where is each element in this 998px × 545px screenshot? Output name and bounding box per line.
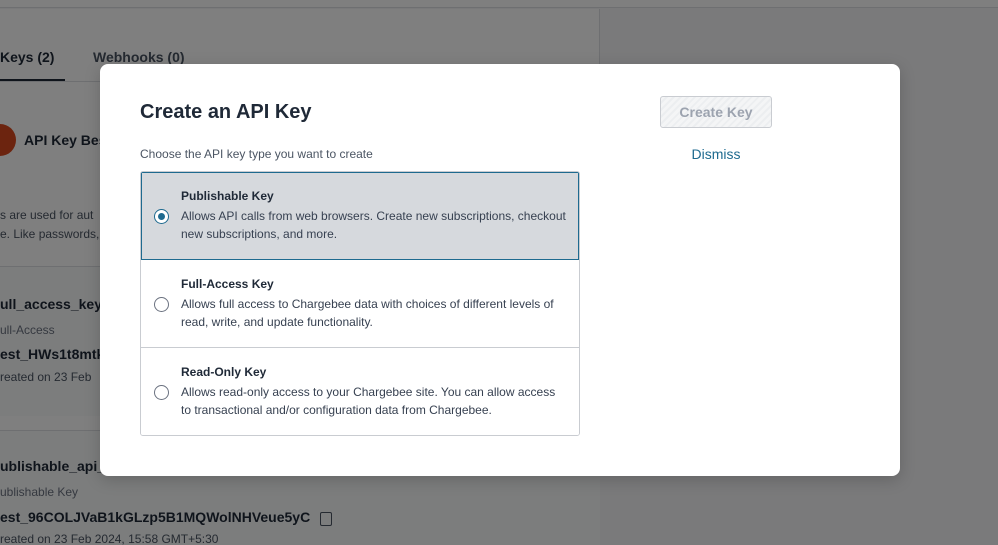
option-title: Full-Access Key — [181, 277, 274, 291]
key-type-options: Publishable Key Allows API calls from we… — [140, 171, 580, 436]
radio-unselected-icon[interactable] — [154, 385, 169, 400]
option-publishable-key[interactable]: Publishable Key Allows API calls from we… — [141, 172, 579, 260]
option-title: Publishable Key — [181, 189, 274, 203]
option-read-only-key[interactable]: Read-Only Key Allows read-only access to… — [141, 348, 579, 435]
option-description: Allows read-only access to your Chargebe… — [181, 385, 556, 417]
modal-subtitle: Choose the API key type you want to crea… — [140, 147, 373, 161]
dismiss-link[interactable]: Dismiss — [660, 146, 772, 162]
create-api-key-modal: Create an API Key Choose the API key typ… — [100, 64, 900, 476]
create-key-button[interactable]: Create Key — [660, 96, 772, 128]
option-description: Allows full access to Chargebee data wit… — [181, 297, 554, 329]
radio-selected-icon[interactable] — [154, 209, 169, 224]
option-full-access-key[interactable]: Full-Access Key Allows full access to Ch… — [141, 260, 579, 348]
option-description: Allows API calls from web browsers. Crea… — [181, 209, 566, 241]
option-title: Read-Only Key — [181, 365, 267, 379]
modal-title: Create an API Key — [140, 101, 312, 123]
radio-unselected-icon[interactable] — [154, 297, 169, 312]
